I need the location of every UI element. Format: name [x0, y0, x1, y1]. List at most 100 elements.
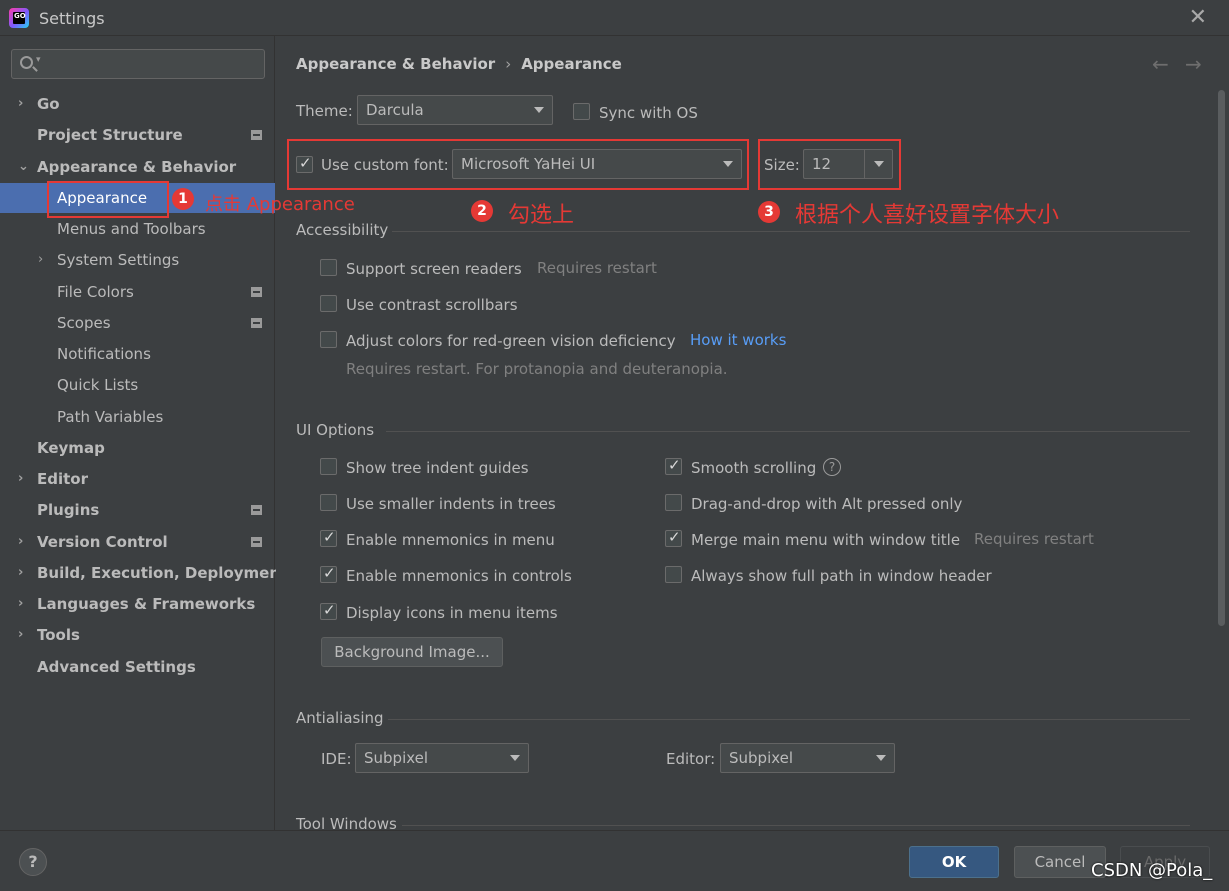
- annotation-number-2: 2: [471, 200, 493, 222]
- section-ui-options: UI Options: [296, 421, 375, 439]
- section-accessibility: Accessibility: [296, 221, 389, 239]
- mnemonics-menu-checkbox[interactable]: [320, 528, 337, 547]
- annotation-text-2: 勾选上: [508, 203, 575, 228]
- chevron-right-icon[interactable]: ›: [18, 464, 23, 494]
- drag-drop-alt-label: Drag-and-drop with Alt pressed only: [691, 495, 963, 513]
- sidebar-item-plugins[interactable]: Plugins: [0, 495, 275, 525]
- background-image-button[interactable]: Background Image...: [321, 637, 503, 667]
- chevron-right-icon[interactable]: ›: [18, 589, 23, 619]
- chevron-right-icon[interactable]: ›: [38, 245, 43, 275]
- sync-os-checkbox[interactable]: [573, 103, 590, 120]
- annotation-box-font-size: [758, 139, 901, 190]
- help-icon[interactable]: ?: [823, 458, 841, 476]
- theme-label: Theme:: [296, 102, 353, 120]
- mnemonics-controls-checkbox[interactable]: [320, 564, 337, 583]
- annotation-number-3: 3: [758, 201, 780, 223]
- annotation-text-1: 点击 Appearance: [205, 194, 355, 215]
- breadcrumb: Appearance & Behavior › Appearance: [296, 55, 622, 73]
- tree-indent-guides-checkbox[interactable]: [320, 458, 337, 475]
- sidebar-item-notifications[interactable]: Notifications: [0, 339, 275, 369]
- full-path-header-label: Always show full path in window header: [691, 567, 992, 585]
- section-antialiasing: Antialiasing: [296, 709, 384, 727]
- dropdown-caret-icon: [534, 107, 544, 113]
- search-input[interactable]: [11, 49, 265, 79]
- sidebar-item-scopes[interactable]: Scopes: [0, 308, 275, 338]
- smooth-scrolling-checkbox[interactable]: [665, 456, 682, 475]
- sidebar-item-menus-toolbars[interactable]: Menus and Toolbars: [0, 214, 275, 244]
- section-divider: [392, 231, 1190, 232]
- dialog-button-bar: ? OK Cancel Apply CSDN @Pola_: [0, 830, 1229, 891]
- sidebar-item-editor[interactable]: › Editor: [0, 464, 275, 494]
- close-icon[interactable]: ✕: [1189, 5, 1207, 30]
- project-level-icon: [251, 537, 262, 547]
- drag-drop-alt-checkbox[interactable]: [665, 494, 682, 511]
- section-divider: [386, 431, 1190, 432]
- sidebar-item-quick-lists[interactable]: Quick Lists: [0, 370, 275, 400]
- merge-menu-note: Requires restart: [974, 530, 1094, 548]
- chevron-right-icon[interactable]: ›: [18, 89, 23, 119]
- contrast-scrollbars-checkbox[interactable]: [320, 295, 337, 312]
- ide-antialiasing-label: IDE:: [321, 750, 352, 768]
- sidebar-item-languages-frameworks[interactable]: › Languages & Frameworks: [0, 589, 275, 619]
- sidebar-item-version-control[interactable]: › Version Control: [0, 527, 275, 557]
- ok-button[interactable]: OK: [909, 846, 999, 878]
- color-deficiency-label: Adjust colors for red-green vision defic…: [346, 332, 676, 350]
- color-deficiency-checkbox[interactable]: [320, 331, 337, 348]
- smaller-indents-label: Use smaller indents in trees: [346, 495, 556, 513]
- sidebar-item-project-structure[interactable]: Project Structure: [0, 120, 275, 150]
- help-button[interactable]: ?: [19, 848, 47, 876]
- merge-menu-label: Merge main menu with window title: [691, 531, 961, 549]
- forward-arrow-icon[interactable]: →: [1185, 52, 1202, 76]
- screen-readers-checkbox[interactable]: [320, 259, 337, 276]
- project-level-icon: [251, 318, 262, 328]
- chevron-down-icon[interactable]: ⌄: [18, 152, 29, 182]
- annotation-text-3: 根据个人喜好设置字体大小: [795, 203, 1060, 228]
- search-icon: [20, 55, 41, 69]
- chevron-right-icon[interactable]: ›: [18, 527, 23, 557]
- sidebar-item-appearance-behavior[interactable]: ⌄ Appearance & Behavior: [0, 152, 275, 182]
- annotation-number-1: 1: [172, 188, 194, 210]
- sidebar-item-tools[interactable]: › Tools: [0, 620, 275, 650]
- section-divider: [388, 719, 1190, 720]
- mnemonics-menu-label: Enable mnemonics in menu: [346, 531, 555, 549]
- dropdown-caret-icon: [510, 755, 520, 761]
- chevron-right-icon[interactable]: ›: [18, 558, 23, 588]
- settings-sidebar: › Go Project Structure ⌄ Appearance & Be…: [0, 36, 287, 830]
- editor-antialiasing-label: Editor:: [666, 750, 716, 768]
- merge-menu-checkbox[interactable]: [665, 528, 682, 547]
- theme-dropdown[interactable]: Darcula: [357, 95, 553, 125]
- breadcrumb-parent[interactable]: Appearance & Behavior: [296, 55, 495, 73]
- menu-icons-label: Display icons in menu items: [346, 604, 558, 622]
- section-divider: [402, 825, 1190, 826]
- content-scrollbar[interactable]: [1218, 90, 1225, 626]
- menu-icons-checkbox[interactable]: [320, 601, 337, 620]
- mnemonics-controls-label: Enable mnemonics in controls: [346, 567, 572, 585]
- smaller-indents-checkbox[interactable]: [320, 494, 337, 511]
- sidebar-item-path-variables[interactable]: Path Variables: [0, 402, 275, 432]
- ide-antialiasing-dropdown[interactable]: Subpixel: [355, 743, 529, 773]
- screen-readers-note: Requires restart: [537, 259, 657, 277]
- chevron-right-icon[interactable]: ›: [18, 620, 23, 650]
- full-path-header-checkbox[interactable]: [665, 566, 682, 583]
- screen-readers-label: Support screen readers: [346, 260, 522, 278]
- breadcrumb-current: Appearance: [521, 55, 622, 73]
- color-deficiency-note: Requires restart. For protanopia and deu…: [346, 360, 728, 378]
- editor-antialiasing-dropdown[interactable]: Subpixel: [720, 743, 895, 773]
- title-bar: GO Settings ✕: [0, 0, 1229, 36]
- annotation-box-appearance: [47, 181, 169, 218]
- project-level-icon: [251, 130, 262, 140]
- goland-app-icon: GO: [9, 8, 29, 28]
- how-it-works-link[interactable]: How it works: [690, 331, 786, 349]
- sidebar-item-keymap[interactable]: Keymap: [0, 433, 275, 463]
- sidebar-item-go[interactable]: › Go: [0, 89, 275, 119]
- sidebar-item-file-colors[interactable]: File Colors: [0, 277, 275, 307]
- project-level-icon: [251, 287, 262, 297]
- sync-os-label: Sync with OS: [599, 104, 698, 122]
- annotation-box-custom-font: [287, 139, 749, 190]
- contrast-scrollbars-label: Use contrast scrollbars: [346, 296, 518, 314]
- sidebar-item-advanced-settings[interactable]: Advanced Settings: [0, 652, 275, 682]
- sidebar-item-build-execution-deployment[interactable]: › Build, Execution, Deployment: [0, 558, 287, 588]
- back-arrow-icon[interactable]: ←: [1152, 52, 1169, 76]
- tree-indent-guides-label: Show tree indent guides: [346, 459, 529, 477]
- sidebar-item-system-settings[interactable]: › System Settings: [0, 245, 275, 275]
